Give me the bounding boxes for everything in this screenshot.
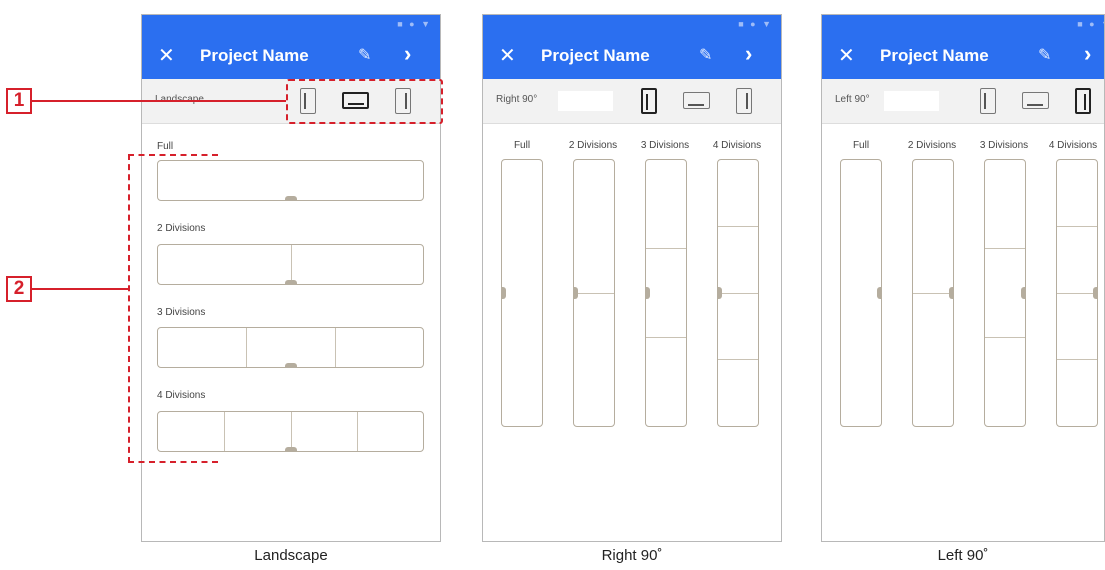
portrait-left-icon[interactable] bbox=[980, 88, 996, 114]
caption-right-90: Right 90˚ bbox=[601, 547, 663, 564]
close-icon[interactable]: ✕ bbox=[499, 43, 516, 68]
status-bar: ■ ● ▼ bbox=[142, 15, 440, 33]
divider bbox=[718, 226, 758, 227]
status-bar: ■ ● ▼ bbox=[822, 15, 1104, 33]
layout-option-2-divisions[interactable] bbox=[573, 159, 615, 427]
divider bbox=[574, 293, 614, 294]
page-title: Project Name bbox=[541, 46, 650, 65]
orientation-bar: Left 90° bbox=[822, 79, 1104, 124]
column-label-3-divisions: 3 Divisions bbox=[640, 140, 690, 151]
chevron-right-icon[interactable]: › bbox=[745, 41, 752, 67]
pencil-icon[interactable]: ✎ bbox=[1038, 45, 1051, 65]
handle-nub bbox=[645, 287, 650, 299]
divider bbox=[646, 337, 686, 338]
layout-option-full[interactable] bbox=[840, 159, 882, 427]
caption-landscape: Landscape bbox=[254, 547, 328, 564]
divider bbox=[646, 248, 686, 249]
handle-nub bbox=[285, 196, 297, 201]
divider bbox=[246, 328, 247, 367]
status-bar: ■ ● ▼ bbox=[483, 15, 781, 33]
landscape-icon[interactable] bbox=[683, 92, 710, 109]
divider bbox=[357, 412, 358, 451]
divider bbox=[291, 245, 292, 284]
status-icons: ■ ● ▼ bbox=[738, 19, 773, 29]
handle-nub bbox=[501, 287, 506, 299]
landscape-icon[interactable] bbox=[1022, 92, 1049, 109]
orientation-label: Left 90° bbox=[835, 94, 870, 105]
column-label-2-divisions: 2 Divisions bbox=[907, 140, 957, 151]
close-icon[interactable]: ✕ bbox=[158, 43, 175, 68]
phone-screen-left-90: ■ ● ▼ ✕ Project Name ✎ › Left 90° Full 2… bbox=[821, 14, 1105, 542]
column-label-4-divisions: 4 Divisions bbox=[1048, 140, 1098, 151]
divider bbox=[1057, 359, 1097, 360]
divider bbox=[1057, 293, 1097, 294]
portrait-left-icon[interactable] bbox=[641, 88, 657, 114]
section-label-full: Full bbox=[157, 141, 174, 152]
handle-nub bbox=[573, 287, 578, 299]
app-bar: ✕ Project Name ✎ › bbox=[142, 33, 440, 79]
page-title: Project Name bbox=[880, 46, 989, 65]
column-label-4-divisions: 4 Divisions bbox=[712, 140, 762, 151]
status-icons: ■ ● ▼ bbox=[1077, 19, 1104, 29]
app-bar: ✕ Project Name ✎ › bbox=[822, 33, 1104, 79]
handle-nub bbox=[949, 287, 954, 299]
divider bbox=[985, 337, 1025, 338]
layout-option-full[interactable] bbox=[501, 159, 543, 427]
caption-left-90: Left 90˚ bbox=[937, 547, 989, 564]
chevron-right-icon[interactable]: › bbox=[404, 41, 411, 67]
column-label-2-divisions: 2 Divisions bbox=[568, 140, 618, 151]
callout-1-highlight bbox=[286, 79, 443, 124]
handle-nub bbox=[285, 280, 297, 285]
divider bbox=[985, 248, 1025, 249]
divider bbox=[718, 359, 758, 360]
callout-1-line bbox=[32, 100, 286, 102]
app-bar: ✕ Project Name ✎ › bbox=[483, 33, 781, 79]
handle-nub bbox=[285, 447, 297, 452]
layout-option-2-divisions[interactable] bbox=[912, 159, 954, 427]
divider bbox=[1057, 226, 1097, 227]
layout-option-4-divisions[interactable] bbox=[1056, 159, 1098, 427]
handle-nub bbox=[877, 287, 882, 299]
portrait-right-icon[interactable] bbox=[1075, 88, 1091, 114]
column-label-full: Full bbox=[513, 140, 531, 151]
callout-1-badge: 1 bbox=[6, 88, 32, 114]
page-title: Project Name bbox=[200, 46, 309, 65]
column-label-full: Full bbox=[852, 140, 870, 151]
orientation-blank bbox=[884, 91, 939, 111]
handle-nub bbox=[1093, 287, 1098, 299]
orientation-blank bbox=[558, 91, 613, 111]
layout-option-3-divisions[interactable] bbox=[984, 159, 1026, 427]
status-icons: ■ ● ▼ bbox=[397, 19, 432, 29]
handle-nub bbox=[285, 363, 297, 368]
orientation-bar: Right 90° bbox=[483, 79, 781, 124]
handle-nub bbox=[1021, 287, 1026, 299]
orientation-label: Right 90° bbox=[496, 94, 538, 105]
pencil-icon[interactable]: ✎ bbox=[358, 45, 371, 65]
divider bbox=[718, 293, 758, 294]
chevron-right-icon[interactable]: › bbox=[1084, 41, 1091, 67]
phone-screen-right-90: ■ ● ▼ ✕ Project Name ✎ › Right 90° Full … bbox=[482, 14, 782, 542]
divider bbox=[224, 412, 225, 451]
divider bbox=[335, 328, 336, 367]
divider bbox=[291, 412, 292, 451]
callout-2-badge: 2 bbox=[6, 276, 32, 302]
layout-option-4-divisions[interactable] bbox=[717, 159, 759, 427]
pencil-icon[interactable]: ✎ bbox=[699, 45, 712, 65]
divider bbox=[913, 293, 953, 294]
close-icon[interactable]: ✕ bbox=[838, 43, 855, 68]
layout-option-3-divisions[interactable] bbox=[645, 159, 687, 427]
portrait-right-icon[interactable] bbox=[736, 88, 752, 114]
callout-2-line bbox=[32, 288, 128, 290]
callout-2-highlight bbox=[128, 154, 218, 463]
column-label-3-divisions: 3 Divisions bbox=[979, 140, 1029, 151]
handle-nub bbox=[717, 287, 722, 299]
